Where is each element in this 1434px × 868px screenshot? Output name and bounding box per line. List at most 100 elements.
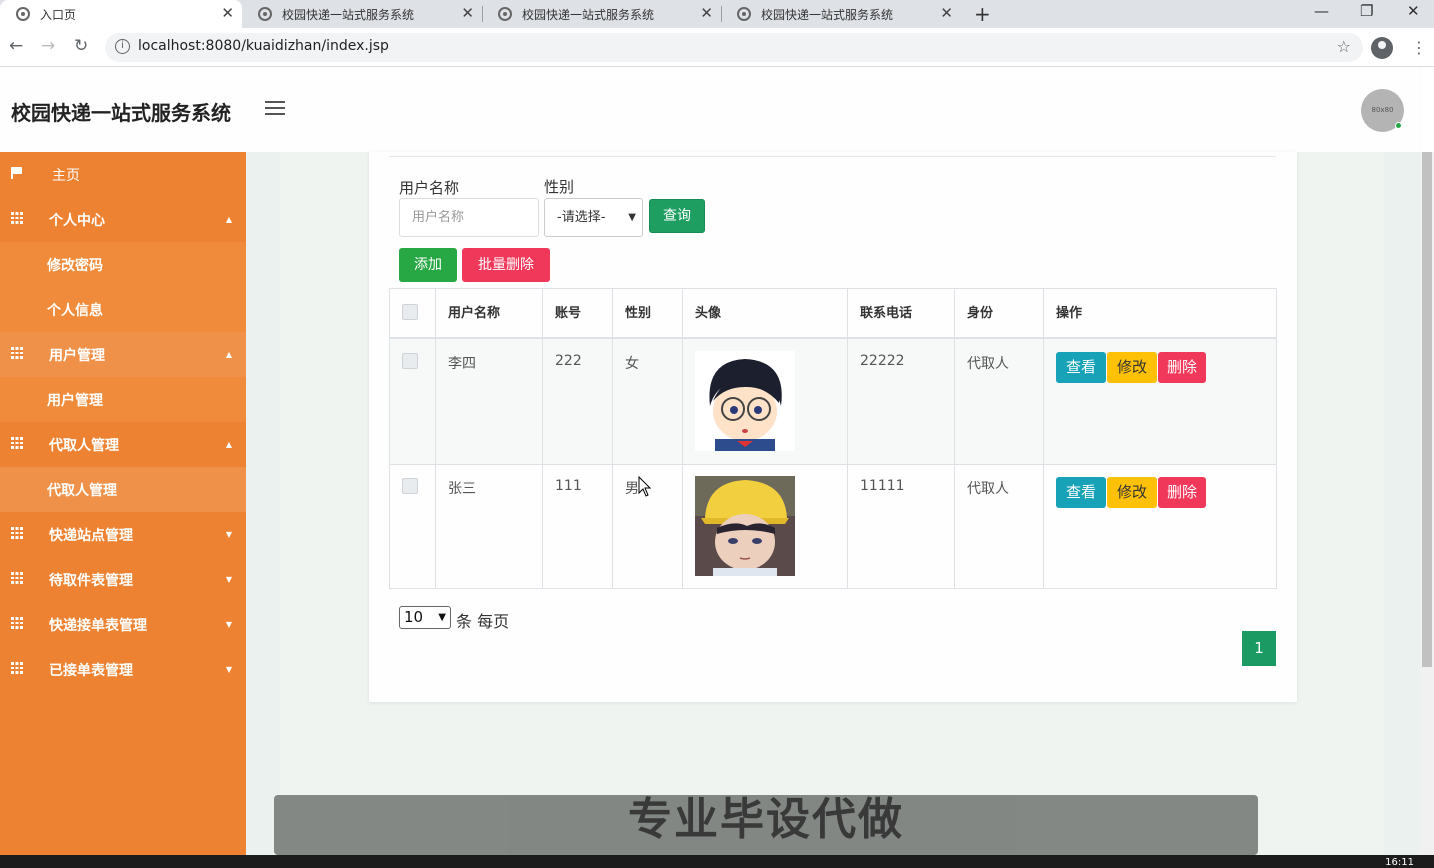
col-divider: [542, 289, 543, 588]
sidebar-item-personal-center[interactable]: 个人中心 ▲: [0, 197, 246, 242]
query-button[interactable]: 查询: [649, 199, 705, 233]
restore-icon[interactable]: ❐: [1360, 2, 1373, 20]
cell-role: 代取人: [967, 356, 1009, 372]
grid-icon: [11, 617, 23, 629]
col-divider: [435, 289, 436, 588]
close-icon[interactable]: ✕: [940, 4, 953, 22]
tab-title: 校园快递一站式服务系统: [282, 7, 415, 22]
info-icon[interactable]: i: [115, 39, 130, 54]
window-close-icon[interactable]: ✕: [1407, 2, 1420, 20]
scrollbar[interactable]: [1420, 152, 1434, 855]
watermark-text: 专业毕设代做: [628, 794, 904, 845]
gender-select[interactable]: -请选择- ▼: [544, 198, 643, 237]
star-icon[interactable]: ☆: [1337, 37, 1351, 56]
sidebar-item-user-management-sub[interactable]: 用户管理: [0, 377, 246, 422]
page-size-select[interactable]: 10 ▼: [399, 606, 451, 629]
gender-label: 性别: [544, 178, 575, 196]
avatar[interactable]: 80x80: [1361, 89, 1404, 132]
grid-icon: [11, 662, 23, 674]
row-checkbox[interactable]: [402, 353, 418, 369]
chevron-down-icon: ▼: [438, 612, 446, 623]
user-avatar-image: [695, 351, 795, 451]
username-placeholder: 用户名称: [412, 210, 465, 225]
tab-title: 校园快递一站式服务系统: [761, 7, 894, 22]
add-button[interactable]: 添加: [399, 248, 457, 282]
page-button-current[interactable]: 1: [1242, 631, 1276, 666]
cell-gender: 女: [625, 356, 639, 372]
menu-icon[interactable]: ⋮: [1411, 38, 1427, 57]
taskbar-clock: 16:11: [1385, 857, 1414, 868]
browser-tab[interactable]: 入口页 ✕: [0, 0, 242, 28]
reload-icon[interactable]: ↻: [74, 36, 88, 56]
chevron-down-icon: ▼: [628, 212, 636, 223]
sidebar-item-accepted-orders[interactable]: 已接单表管理 ▼: [0, 647, 246, 692]
caret-up-icon: ▲: [225, 350, 232, 359]
cell-username: 李四: [448, 356, 476, 372]
cell-account: 111: [555, 478, 582, 494]
close-icon[interactable]: ✕: [700, 4, 713, 22]
sidebar-item-label: 待取件表管理: [49, 572, 133, 589]
close-icon[interactable]: ✕: [461, 4, 474, 22]
close-icon[interactable]: ✕: [221, 4, 234, 22]
sidebar-item-label: 快递接单表管理: [49, 617, 147, 634]
hamburger-icon[interactable]: [265, 101, 285, 119]
browser-tab[interactable]: 校园快递一站式服务系统 ✕: [721, 0, 961, 28]
sidebar-item-courier-management[interactable]: 代取人管理 ▲: [0, 422, 246, 467]
back-icon[interactable]: ←: [9, 36, 23, 56]
sidebar-item-order-taking[interactable]: 快递接单表管理 ▼: [0, 602, 246, 647]
taskbar: 16:11: [0, 855, 1434, 868]
caret-up-icon: ▲: [225, 215, 232, 224]
globe-icon: [498, 7, 512, 21]
forward-icon[interactable]: →: [41, 36, 55, 56]
page-size-suffix: 条 每页: [456, 612, 510, 631]
online-status-icon: [1395, 122, 1402, 129]
delete-button[interactable]: 删除: [1158, 477, 1206, 508]
cell-role: 代取人: [967, 481, 1009, 497]
row-checkbox[interactable]: [402, 478, 418, 494]
grid-icon: [11, 437, 23, 449]
grid-icon: [11, 347, 23, 359]
cell-username: 张三: [448, 481, 476, 497]
cell-phone: 22222: [860, 353, 905, 369]
header-border: [390, 289, 1276, 339]
batch-delete-button[interactable]: 批量删除: [462, 248, 550, 282]
username-label: 用户名称: [399, 179, 460, 197]
view-button[interactable]: 查看: [1056, 352, 1106, 383]
gender-selected: -请选择-: [557, 210, 606, 225]
col-divider: [847, 289, 848, 588]
username-input[interactable]: 用户名称: [399, 198, 539, 237]
grid-icon: [11, 527, 23, 539]
globe-icon: [258, 7, 272, 21]
minimize-icon[interactable]: —: [1314, 2, 1329, 20]
cell-account: 222: [555, 353, 582, 369]
browser-tab[interactable]: 校园快递一站式服务系统 ✕: [482, 0, 721, 28]
view-button[interactable]: 查看: [1056, 477, 1106, 508]
sidebar-item-courier-management-sub[interactable]: 代取人管理: [0, 467, 246, 512]
app-header: 校园快递一站式服务系统 80x80: [0, 67, 1420, 152]
sidebar-item-personal-info[interactable]: 个人信息: [0, 287, 246, 332]
sidebar-item-user-management[interactable]: 用户管理 ▲: [0, 332, 246, 377]
browser-tab[interactable]: 校园快递一站式服务系统 ✕: [242, 0, 482, 28]
sidebar-item-station-management[interactable]: 快递站点管理 ▼: [0, 512, 246, 557]
page-size-value: 10: [404, 608, 424, 626]
sidebar-item-label: 用户管理: [47, 392, 103, 409]
sidebar-item-change-password[interactable]: 修改密码: [0, 242, 246, 287]
profile-icon[interactable]: [1371, 37, 1393, 59]
sidebar-item-pending-pickup[interactable]: 待取件表管理 ▼: [0, 557, 246, 602]
edit-button[interactable]: 修改: [1107, 477, 1157, 508]
url-input[interactable]: i localhost:8080/kuaidizhan/index.jsp ☆: [105, 33, 1363, 62]
sidebar-item-label: 个人信息: [47, 302, 103, 319]
sidebar-item-label: 已接单表管理: [49, 662, 133, 679]
divider: [389, 156, 1276, 157]
cell-phone: 11111: [860, 478, 905, 494]
edit-button[interactable]: 修改: [1107, 352, 1157, 383]
new-tab-icon[interactable]: +: [974, 2, 991, 26]
delete-button[interactable]: 删除: [1158, 352, 1206, 383]
caret-up-icon: ▲: [225, 440, 232, 449]
user-avatar-image: [695, 476, 795, 576]
sidebar-item-home[interactable]: 主页: [0, 152, 246, 197]
scrollbar-thumb[interactable]: [1422, 152, 1432, 667]
url-text: localhost:8080/kuaidizhan/index.jsp: [138, 38, 389, 54]
watermark-banner: 专业毕设代做: [274, 795, 1258, 855]
grid-icon: [11, 212, 23, 224]
